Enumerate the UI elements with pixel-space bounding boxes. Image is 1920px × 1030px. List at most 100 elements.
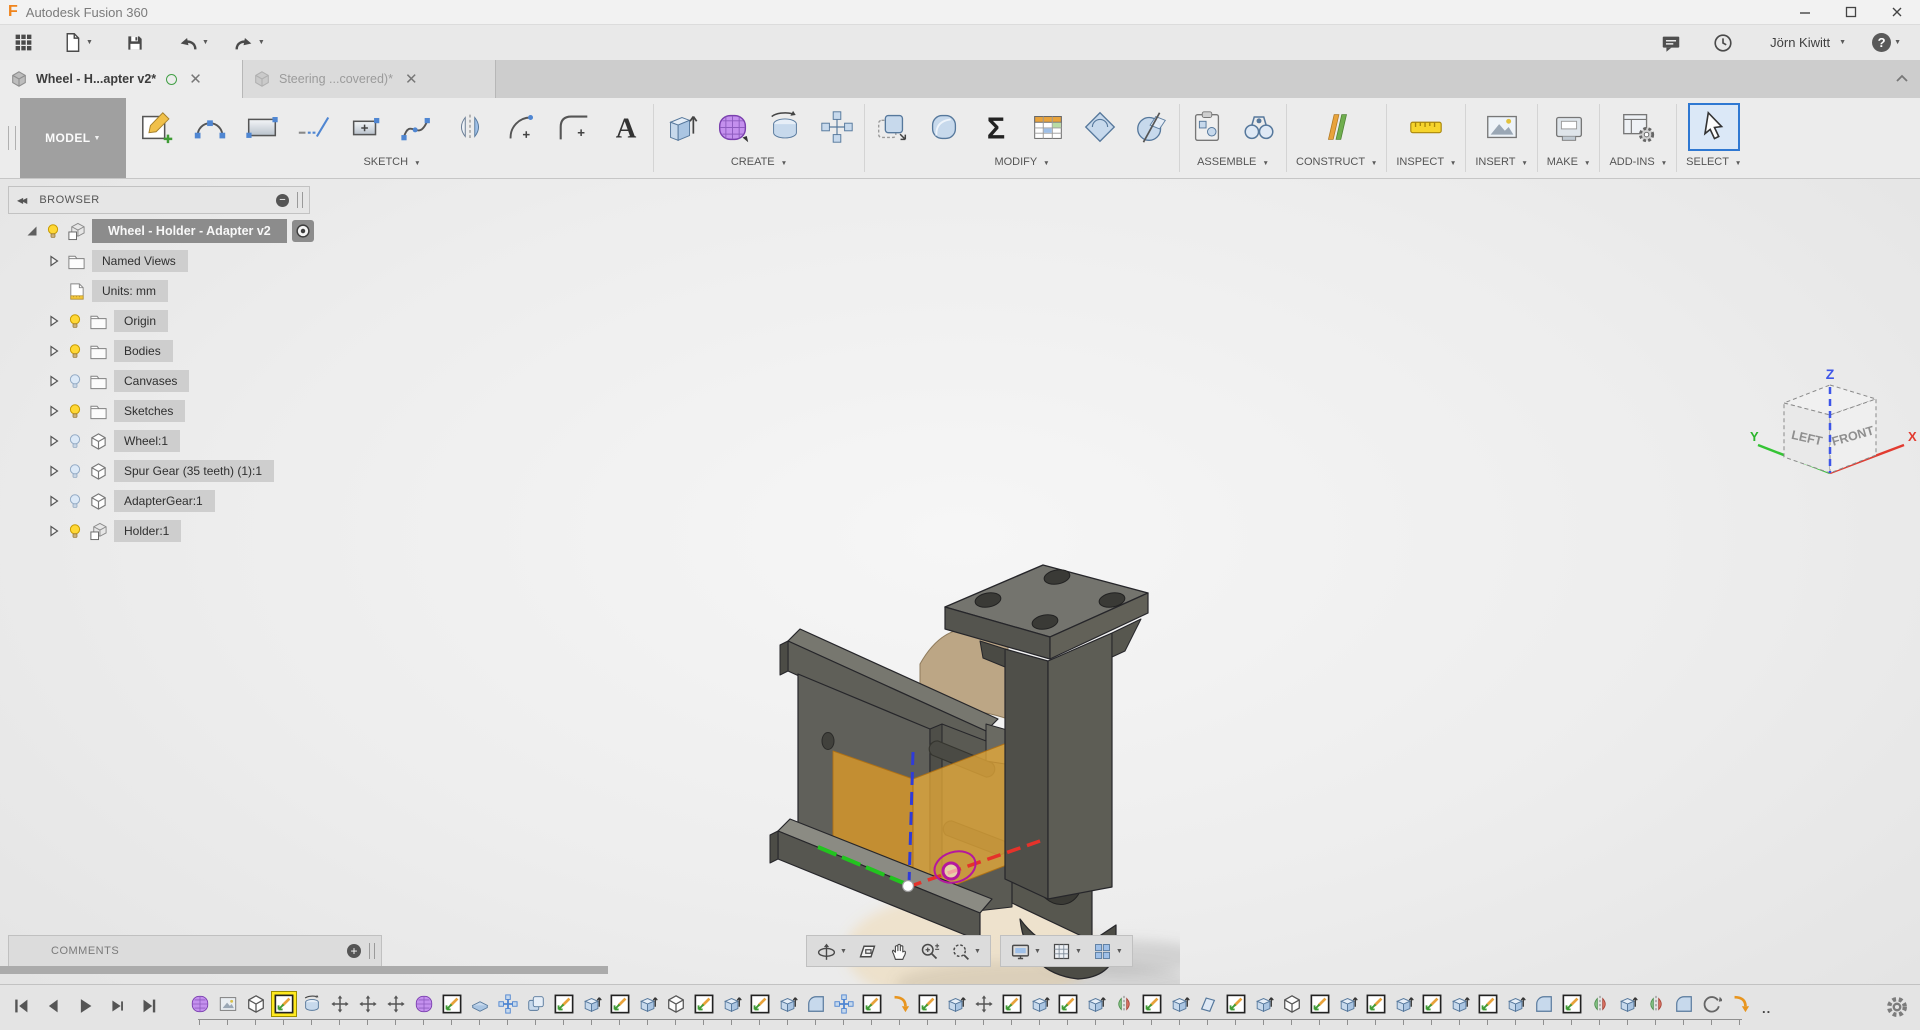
redo-button[interactable]: ▼ xyxy=(226,28,272,58)
ribbon-group-label[interactable]: MAKE ▼ xyxy=(1539,156,1599,174)
tab-wheel-holder-adapter[interactable]: Wheel - H...apter v2* ✕ xyxy=(0,60,243,98)
orbit-caret-icon[interactable]: ▼ xyxy=(840,948,847,955)
timeline-feature-sketch[interactable] xyxy=(1560,992,1584,1025)
timeline-scrollbar[interactable] xyxy=(0,966,608,974)
browser-item-bodies[interactable]: Bodies xyxy=(8,336,314,366)
timeline-feature-sketch[interactable] xyxy=(1224,992,1248,1025)
visibility-bulb-icon[interactable] xyxy=(42,223,64,239)
timeline-feature-sketch[interactable] xyxy=(440,992,464,1025)
view-cube[interactable]: LEFT FRONT Z Y X xyxy=(1742,363,1920,493)
insert-image-button[interactable] xyxy=(1476,103,1528,151)
timeline-feature-mirror[interactable] xyxy=(1588,992,1612,1025)
expand-arrow-icon[interactable] xyxy=(22,225,42,237)
select-cursor-button[interactable] xyxy=(1687,103,1740,151)
timeline-feature-fillet[interactable] xyxy=(804,992,828,1025)
rect-center-button[interactable] xyxy=(340,103,392,151)
timeline-feature-move[interactable] xyxy=(328,992,352,1025)
timeline-feature-extrude[interactable] xyxy=(1504,992,1528,1025)
press-pull-button[interactable] xyxy=(866,103,918,151)
ribbon-grip-handle[interactable] xyxy=(8,126,16,150)
play-history-button[interactable] xyxy=(72,993,97,1018)
redo-caret-icon[interactable]: ▼ xyxy=(258,39,265,46)
timeline-feature-chamfer[interactable] xyxy=(468,992,492,1025)
browser-item-label[interactable]: Named Views xyxy=(92,250,188,272)
fit-caret-icon[interactable]: ▼ xyxy=(974,948,981,955)
timeline-feature-extrude[interactable] xyxy=(636,992,660,1025)
timeline-feature-sketch[interactable] xyxy=(1140,992,1164,1025)
browser-item-origin[interactable]: Origin xyxy=(8,306,314,336)
app-grid-button[interactable] xyxy=(6,28,41,58)
scripts-addins-button[interactable] xyxy=(1612,103,1664,151)
help-menu-button[interactable]: ? ▼ xyxy=(1865,28,1908,58)
browser-item-adaptergear-1[interactable]: AdapterGear:1 xyxy=(8,486,314,516)
zoom-button[interactable] xyxy=(914,937,945,965)
expand-arrow-icon[interactable] xyxy=(44,375,64,387)
timeline-feature-move[interactable] xyxy=(972,992,996,1025)
fit-button[interactable]: ▼ xyxy=(945,937,986,965)
browser-panel-header[interactable]: ◀◀ BROWSER − xyxy=(8,186,310,214)
browser-minimize-icon[interactable]: − xyxy=(276,193,289,207)
column[interactable] xyxy=(1004,648,1049,900)
step-back-button[interactable] xyxy=(40,993,65,1018)
step-forward-button[interactable] xyxy=(104,993,129,1018)
comments-drag-handle[interactable] xyxy=(369,943,375,959)
expand-arrow-icon[interactable] xyxy=(44,435,64,447)
orbit-button[interactable]: ▼ xyxy=(811,937,852,965)
tab-close-icon[interactable]: ✕ xyxy=(405,72,418,87)
expand-arrow-icon[interactable] xyxy=(44,255,64,267)
browser-item-label[interactable]: Holder:1 xyxy=(114,520,182,542)
ribbon-group-label[interactable]: SKETCH ▼ xyxy=(132,156,652,174)
browser-item-wheel-1[interactable]: Wheel:1 xyxy=(8,426,314,456)
timeline-feature-form[interactable] xyxy=(188,992,212,1025)
rectangle-button[interactable] xyxy=(236,103,288,151)
parameters-sigma-button[interactable] xyxy=(970,103,1022,151)
timeline-feature-extrude[interactable] xyxy=(1168,992,1192,1025)
timeline-feature-mirror[interactable] xyxy=(1644,992,1668,1025)
browser-item-label[interactable]: Wheel:1 xyxy=(114,430,181,452)
go-to-end-button[interactable] xyxy=(136,993,161,1018)
timeline-feature-sketch[interactable] xyxy=(1000,992,1024,1025)
arc-button[interactable] xyxy=(496,103,548,151)
comments-panel[interactable]: COMMENTS + xyxy=(8,935,382,967)
browser-item-label[interactable]: Bodies xyxy=(114,340,173,362)
timeline-feature-extrude[interactable] xyxy=(944,992,968,1025)
timeline-feature-sketch[interactable] xyxy=(1056,992,1080,1025)
measure-button[interactable] xyxy=(1400,103,1452,151)
visibility-bulb-icon[interactable] xyxy=(64,313,86,329)
file-menu-button[interactable]: ▼ xyxy=(55,28,100,58)
line-button[interactable] xyxy=(288,103,340,151)
viewports-caret-icon[interactable]: ▼ xyxy=(1116,948,1123,955)
layout-grid-caret-icon[interactable]: ▼ xyxy=(1075,948,1082,955)
timeline-feature-link[interactable] xyxy=(1700,992,1724,1025)
timeline-feature-fillet[interactable] xyxy=(1532,992,1556,1025)
timeline-settings-gear-icon[interactable] xyxy=(1884,994,1910,1020)
browser-item-spur-gear-35-teeth-1-1[interactable]: Spur Gear (35 teeth) (1):1 xyxy=(8,456,314,486)
save-button[interactable] xyxy=(118,28,152,58)
browser-item-label[interactable]: Canvases xyxy=(114,370,190,392)
timeline-feature-sketch[interactable] xyxy=(1308,992,1332,1025)
browser-item-label[interactable]: Spur Gear (35 teeth) (1):1 xyxy=(114,460,275,482)
tab-steering[interactable]: Steering ...covered)* ✕ xyxy=(243,60,496,98)
browser-item-sketches[interactable]: Sketches xyxy=(8,396,314,426)
expand-arrow-icon[interactable] xyxy=(44,405,64,417)
new-component-button[interactable] xyxy=(1181,103,1233,151)
comments-bubble-button[interactable] xyxy=(1653,28,1689,58)
timeline-feature-extrude[interactable] xyxy=(1084,992,1108,1025)
revolve-button[interactable] xyxy=(759,103,811,151)
add-comment-icon[interactable]: + xyxy=(347,944,361,958)
timeline-feature-move[interactable] xyxy=(356,992,380,1025)
browser-item-label[interactable]: AdapterGear:1 xyxy=(114,490,215,512)
expand-arrow-icon[interactable] xyxy=(44,465,64,477)
browser-item-holder-1[interactable]: Holder:1 xyxy=(8,516,314,546)
timeline-feature-sketch[interactable] xyxy=(1476,992,1500,1025)
undo-button[interactable]: ▼ xyxy=(170,28,216,58)
change-parameters-button[interactable] xyxy=(1022,103,1074,151)
fillet-2d-button[interactable] xyxy=(548,103,600,151)
expand-arrow-icon[interactable] xyxy=(44,345,64,357)
text-button[interactable] xyxy=(600,103,652,151)
ribbon-group-label[interactable]: ASSEMBLE ▼ xyxy=(1181,156,1285,174)
timeline-feature-joint[interactable] xyxy=(496,992,520,1025)
timeline-feature-hole[interactable] xyxy=(1728,992,1752,1025)
timeline-feature-sketch[interactable] xyxy=(1420,992,1444,1025)
make-3d-print-button[interactable] xyxy=(1543,103,1595,151)
